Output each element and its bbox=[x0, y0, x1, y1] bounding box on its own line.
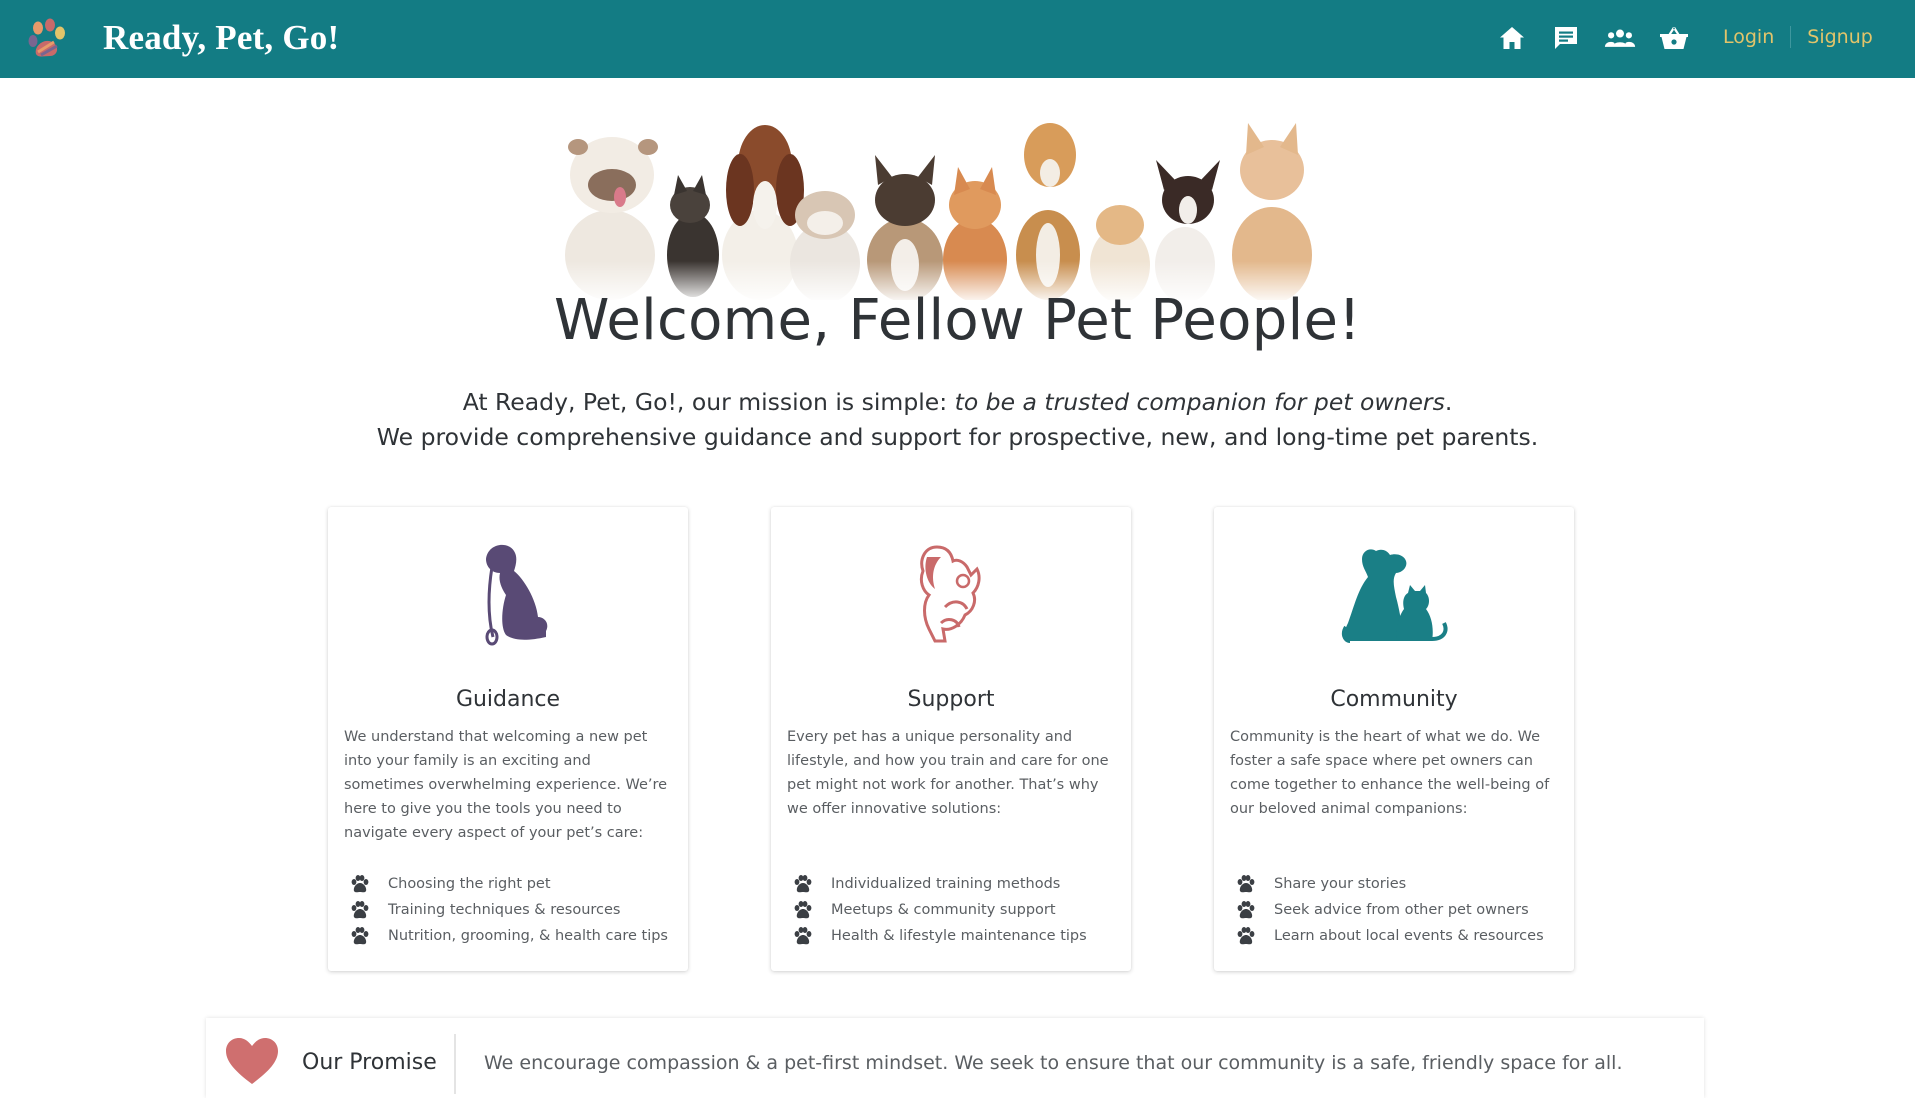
card-description: Every pet has a unique personality and l… bbox=[787, 729, 1109, 817]
card-icon-wrap bbox=[771, 537, 1131, 647]
community-card: Community Community is the heart of what… bbox=[1214, 507, 1574, 971]
nav-divider bbox=[1790, 26, 1792, 48]
card-feature-list: Choosing the right pet Training techniqu… bbox=[350, 871, 680, 949]
promise-text: We encourage compassion & a pet-first mi… bbox=[484, 1052, 1623, 1074]
support-card: Support Every pet has a unique personali… bbox=[771, 507, 1131, 971]
list-item: Share your stories bbox=[1236, 871, 1566, 897]
list-item-label: Training techniques & resources bbox=[388, 902, 621, 918]
paw-bullet-icon bbox=[1237, 901, 1255, 919]
dog-and-cat-icon bbox=[1341, 549, 1448, 643]
mission-line-2: We provide comprehensive guidance and su… bbox=[376, 423, 1539, 451]
list-item-label: Share your stories bbox=[1274, 876, 1407, 892]
card-feature-list: Share your stories Seek advice from othe… bbox=[1236, 871, 1566, 949]
list-item: Health & lifestyle maintenance tips bbox=[793, 923, 1123, 949]
list-item: Individualized training methods bbox=[793, 871, 1123, 897]
paw-bullet-icon bbox=[794, 875, 812, 893]
brand-name[interactable]: Ready, Pet, Go! bbox=[103, 18, 339, 58]
paw-bullet-icon bbox=[794, 927, 812, 945]
signup-link[interactable]: Signup bbox=[1807, 26, 1873, 48]
welcome-heading: Welcome, Fellow Pet People! bbox=[554, 288, 1361, 353]
mission-line-1: At Ready, Pet, Go!, our mission is simpl… bbox=[0, 385, 1915, 420]
list-item-label: Nutrition, grooming, & health care tips bbox=[388, 928, 668, 944]
promise-title: Our Promise bbox=[302, 1050, 437, 1075]
person-hugging-cat-icon bbox=[919, 545, 981, 643]
paw-bullet-icon bbox=[794, 901, 812, 919]
card-description: Community is the heart of what we do. We… bbox=[1230, 729, 1550, 817]
card-title: Support bbox=[907, 687, 995, 712]
list-item-label: Individualized training methods bbox=[831, 876, 1061, 892]
mission-lead-text: At Ready, Pet, Go!, our mission is simpl… bbox=[462, 388, 955, 416]
login-link[interactable]: Login bbox=[1723, 26, 1774, 48]
list-item-label: Learn about local events & resources bbox=[1274, 928, 1544, 944]
community-icon[interactable] bbox=[1604, 22, 1636, 54]
card-title: Guidance bbox=[455, 687, 561, 712]
list-item-label: Seek advice from other pet owners bbox=[1274, 902, 1529, 918]
top-navbar: Ready, Pet, Go! Login Signup bbox=[0, 0, 1915, 78]
our-promise-banner: Our Promise We encourage compassion & a … bbox=[206, 1018, 1704, 1098]
mission-statement: At Ready, Pet, Go!, our mission is simpl… bbox=[0, 385, 1915, 455]
list-item: Learn about local events & resources bbox=[1236, 923, 1566, 949]
paw-bullet-icon bbox=[1237, 927, 1255, 945]
list-item: Training techniques & resources bbox=[350, 897, 680, 923]
list-item-label: Meetups & community support bbox=[831, 902, 1056, 918]
paw-bullet-icon bbox=[1237, 875, 1255, 893]
card-description: We understand that welcoming a new pet i… bbox=[344, 729, 668, 841]
mission-end-text: . bbox=[1444, 388, 1453, 416]
chat-icon[interactable] bbox=[1550, 22, 1582, 54]
paw-logo-icon[interactable] bbox=[26, 18, 68, 60]
card-title: Community bbox=[1330, 687, 1458, 712]
paw-bullet-icon bbox=[351, 927, 369, 945]
paw-bullet-icon bbox=[351, 901, 369, 919]
list-item-label: Choosing the right pet bbox=[388, 876, 551, 892]
nav-icon-group bbox=[1496, 22, 1690, 54]
basket-icon[interactable] bbox=[1658, 22, 1690, 54]
paw-bullet-icon bbox=[351, 875, 369, 893]
list-item-label: Health & lifestyle maintenance tips bbox=[831, 928, 1087, 944]
list-item: Seek advice from other pet owners bbox=[1236, 897, 1566, 923]
heart-icon bbox=[226, 1038, 278, 1084]
dog-on-leash-icon bbox=[485, 544, 548, 646]
mission-emphasis-text: to be a trusted companion for pet owners bbox=[954, 388, 1445, 416]
list-item: Meetups & community support bbox=[793, 897, 1123, 923]
pets-lineup-image bbox=[560, 105, 1345, 300]
home-icon[interactable] bbox=[1496, 22, 1528, 54]
promise-divider bbox=[454, 1034, 456, 1094]
card-icon-wrap bbox=[328, 537, 688, 647]
card-feature-list: Individualized training methods Meetups … bbox=[793, 871, 1123, 949]
list-item: Choosing the right pet bbox=[350, 871, 680, 897]
card-icon-wrap bbox=[1214, 537, 1574, 647]
guidance-card: Guidance We understand that welcoming a … bbox=[328, 507, 688, 971]
list-item: Nutrition, grooming, & health care tips bbox=[350, 923, 680, 949]
auth-links: Login Signup bbox=[1723, 26, 1873, 48]
